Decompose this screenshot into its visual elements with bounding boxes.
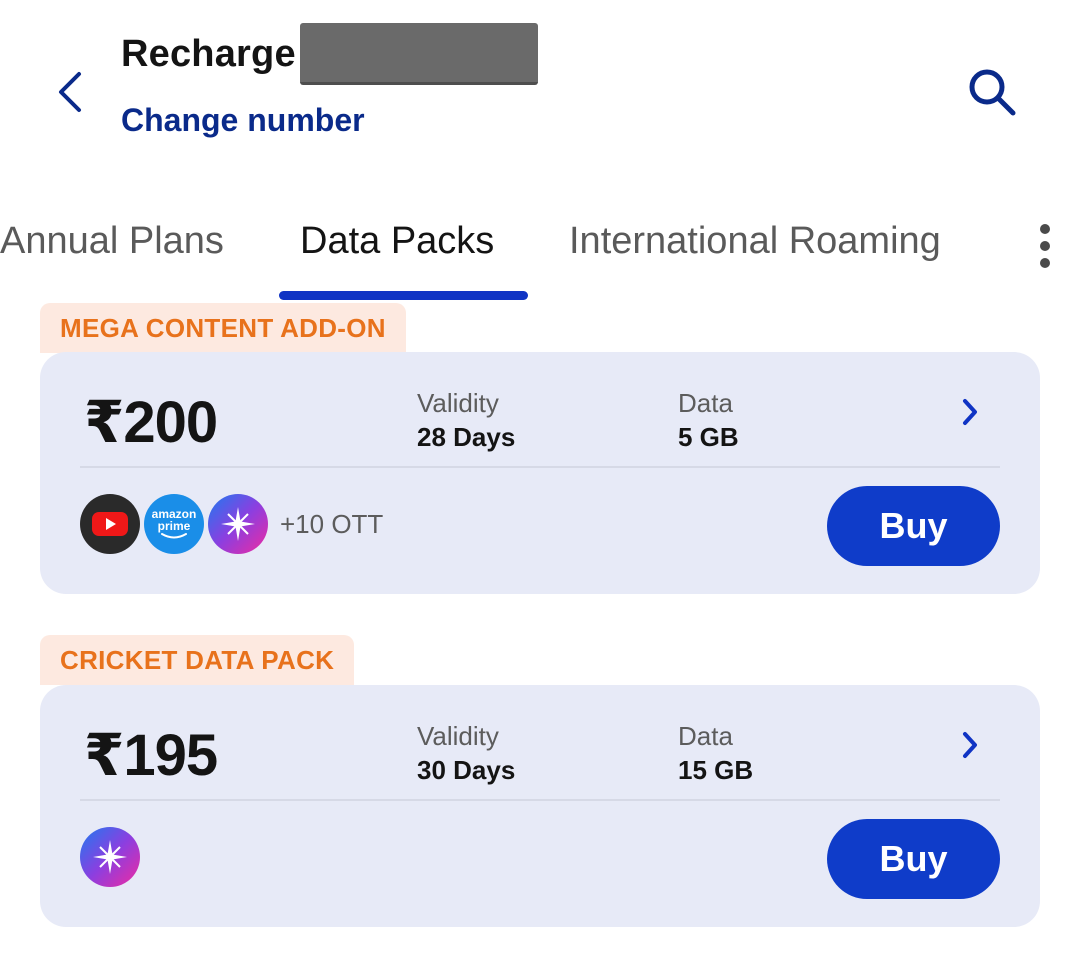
jiotv-star-icon	[80, 827, 140, 887]
buy-button[interactable]: Buy	[827, 819, 1000, 899]
back-button[interactable]	[48, 62, 92, 122]
plan-price: ₹200	[84, 390, 218, 455]
plan-card[interactable]: ₹200 Validity 28 Days Data 5 GB amazon p…	[40, 352, 1040, 594]
chevron-left-icon	[59, 72, 81, 112]
plan-badge: MEGA CONTENT ADD-ON	[40, 303, 406, 353]
more-dot	[1040, 241, 1050, 251]
validity-label: Validity	[417, 721, 499, 751]
plan-price: ₹195	[84, 723, 218, 788]
amazon-prime-icon: amazon prime	[144, 494, 204, 554]
jiotv-star-icon	[208, 494, 268, 554]
active-tab-indicator	[279, 291, 528, 300]
validity-value: 30 Days	[417, 755, 516, 785]
ott-list: amazon prime +10 OTT	[80, 494, 383, 554]
title-row: Recharge	[121, 22, 538, 86]
tab-annual-plans[interactable]: Annual Plans	[0, 220, 224, 263]
plan-tabs: Annual Plans Data Packs International Ro…	[0, 210, 1080, 300]
data-label: Data	[678, 721, 733, 751]
plan-badge: CRICKET DATA PACK	[40, 635, 355, 685]
ott-list	[80, 827, 144, 887]
ott-more-count: +10 OTT	[280, 508, 384, 539]
tab-international-roaming[interactable]: International Roaming	[569, 220, 941, 263]
chevron-right-icon	[963, 399, 977, 425]
chevron-right-icon	[963, 732, 977, 758]
more-dot	[1040, 224, 1050, 234]
card-divider	[80, 466, 1000, 468]
redacted-phone-number	[299, 23, 538, 85]
page-title: Recharge	[121, 32, 296, 75]
validity-label: Validity	[417, 388, 499, 418]
validity-value: 28 Days	[417, 422, 516, 452]
plan-details-button[interactable]	[952, 394, 988, 430]
data-value: 15 GB	[678, 755, 754, 785]
more-dot	[1040, 258, 1050, 268]
card-divider	[80, 799, 1000, 801]
data-value: 5 GB	[678, 422, 739, 452]
change-number-link[interactable]: Change number	[121, 102, 365, 139]
plan-card[interactable]: ₹195 Validity 30 Days Data 15 GB Buy	[40, 685, 1040, 927]
plan-details-button[interactable]	[952, 727, 988, 763]
search-button[interactable]	[962, 62, 1022, 122]
data-label: Data	[678, 388, 733, 418]
tab-data-packs[interactable]: Data Packs	[300, 220, 494, 263]
search-icon	[969, 69, 1016, 116]
more-options-button[interactable]	[1024, 216, 1066, 276]
buy-button[interactable]: Buy	[827, 486, 1000, 566]
youtube-icon	[80, 494, 140, 554]
